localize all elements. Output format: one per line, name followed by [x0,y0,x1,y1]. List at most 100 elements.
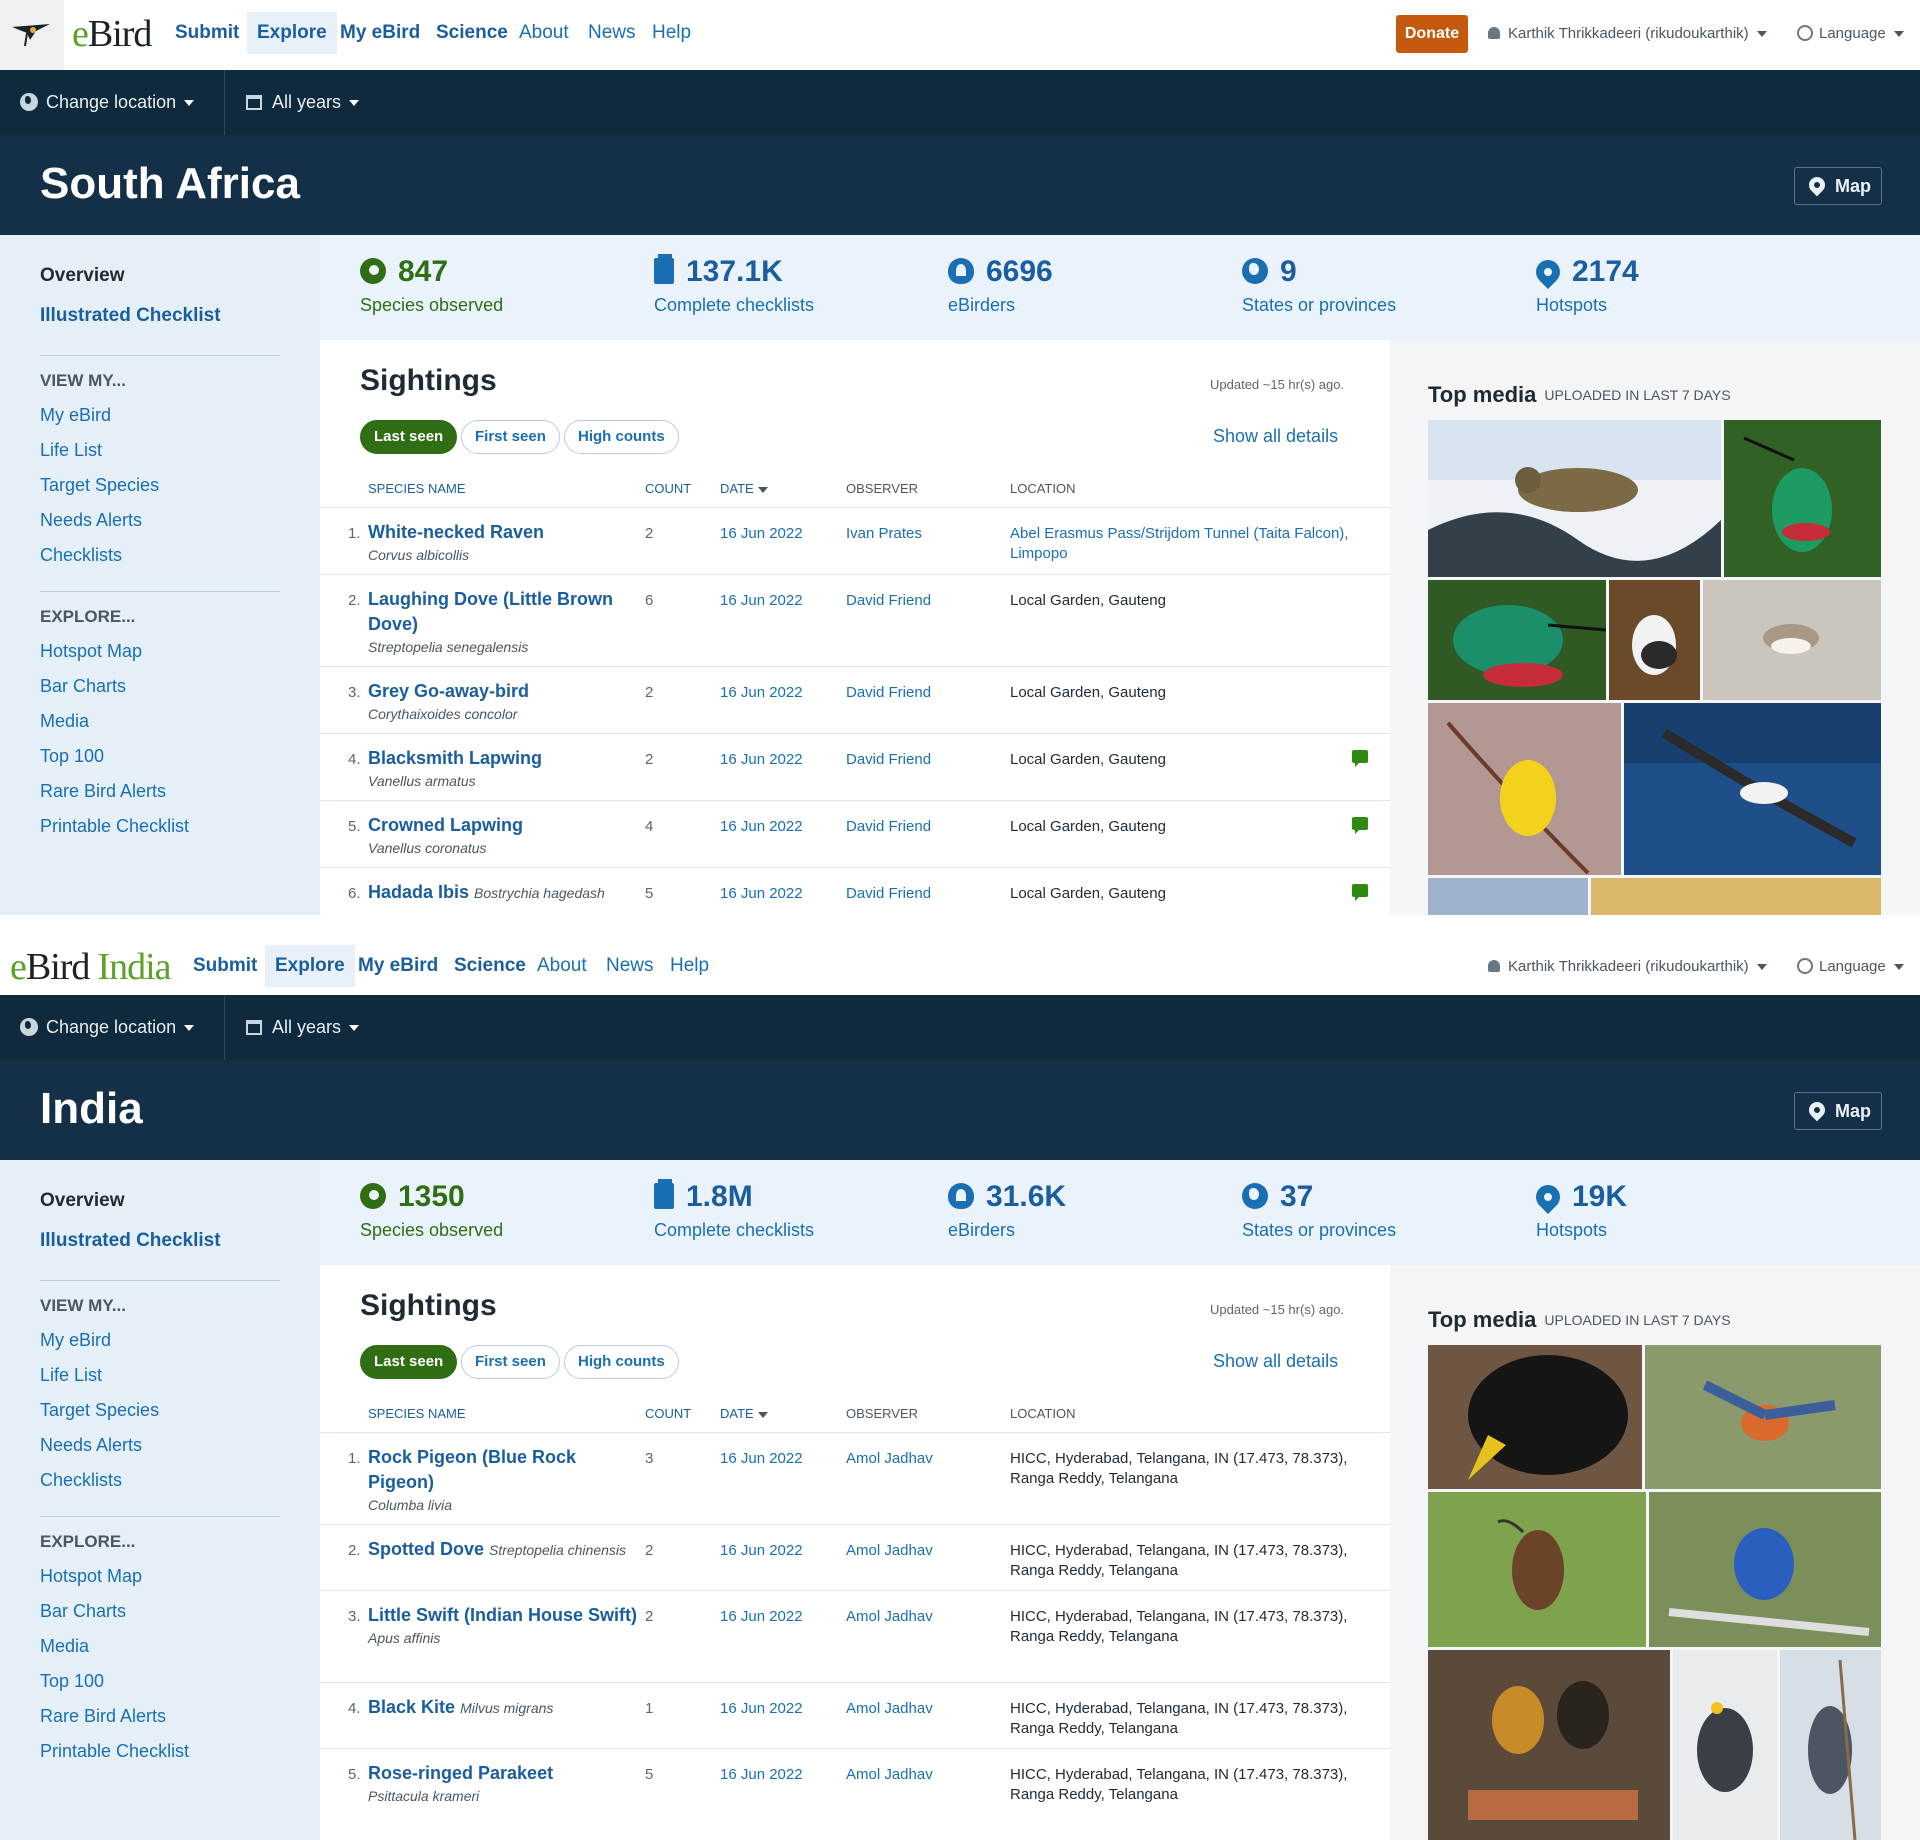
stat-hotspots[interactable]: 19K Hotspots [1531,1180,1627,1241]
observer-link[interactable]: Amol Jadhav [846,1766,933,1783]
sidebar-hotspot-map[interactable]: Hotspot Map [40,641,142,662]
media-photo-shorebird[interactable] [1428,420,1721,577]
observer-link[interactable]: David Friend [846,818,931,835]
sidebar-printable-checklist[interactable]: Printable Checklist [40,816,189,837]
observer-link[interactable]: Ivan Prates [846,525,922,542]
nav-submit[interactable]: Submit [175,22,239,44]
tab-high-counts[interactable]: High counts [564,1345,679,1379]
sidebar-illustrated-checklist[interactable]: Illustrated Checklist [40,305,221,327]
species-link[interactable]: Laughing Dove (Little Brown Dove) Strepto… [368,587,638,657]
column-count[interactable]: COUNT [645,481,691,496]
media-photo-flycatcher-flight[interactable] [1645,1345,1881,1489]
language-menu[interactable]: Language [1797,25,1904,42]
tab-first-seen[interactable]: First seen [461,1345,560,1379]
media-photo-myna[interactable] [1673,1650,1777,1840]
show-all-details-link[interactable]: Show all details [1213,426,1338,447]
sidebar-top-100[interactable]: Top 100 [40,1671,104,1692]
stat-checklists[interactable]: 137.1K Complete checklists [654,254,814,316]
date-link[interactable]: 16 Jun 2022 [720,818,803,835]
column-count[interactable]: COUNT [645,1406,691,1421]
date-link[interactable]: 16 Jun 2022 [720,1766,803,1783]
media-photo-sunbird-closeup[interactable] [1428,580,1606,700]
change-location-dropdown[interactable]: Change location [20,92,195,113]
date-link[interactable]: 16 Jun 2022 [720,592,803,609]
year-range-dropdown[interactable]: All years [246,1017,360,1038]
sidebar-my-ebird[interactable]: My eBird [40,405,111,426]
media-photo-yellow-weaver[interactable] [1428,703,1621,875]
column-species[interactable]: SPECIES NAME [368,1406,466,1421]
species-link[interactable]: Spotted Dove Streptopelia chinensis [368,1537,648,1563]
nav-my-ebird[interactable]: My eBird [358,955,438,977]
nav-news[interactable]: News [588,22,636,44]
observer-link[interactable]: Amol Jadhav [846,1450,933,1467]
species-link[interactable]: Crowned Lapwing Vanellus coronatus [368,813,638,858]
media-photo-gull[interactable] [1609,580,1700,700]
nav-help[interactable]: Help [652,22,691,44]
ebird-wordmark[interactable]: eBird [72,12,152,56]
species-link[interactable]: Black Kite Milvus migrans [368,1695,648,1721]
sidebar-needs-alerts[interactable]: Needs Alerts [40,510,142,531]
year-range-dropdown[interactable]: All years [246,92,360,113]
nav-about[interactable]: About [519,22,569,44]
user-menu[interactable]: Karthik Thrikkadeeri (rikudoukarthik) [1488,958,1767,975]
species-link[interactable]: Little Swift (Indian House Swift) Apus af… [368,1603,638,1648]
date-link[interactable]: 16 Jun 2022 [720,1700,803,1717]
media-photo-sparrows[interactable] [1428,1650,1670,1840]
media-photo-sunbird[interactable] [1724,420,1881,577]
sidebar-life-list[interactable]: Life List [40,440,102,461]
show-all-details-link[interactable]: Show all details [1213,1351,1338,1372]
nav-help[interactable]: Help [670,955,709,977]
sidebar-overview[interactable]: Overview [40,265,125,287]
nav-science[interactable]: Science [454,955,526,977]
ebird-india-wordmark[interactable]: eBird India [10,945,172,989]
date-link[interactable]: 16 Jun 2022 [720,1542,803,1559]
media-photo-partial[interactable] [1428,878,1588,915]
donate-button[interactable]: Donate [1396,15,1468,53]
stat-ebirders[interactable]: 31.6K eBirders [948,1180,1066,1241]
comment-icon[interactable] [1352,817,1368,834]
language-menu[interactable]: Language [1797,958,1904,975]
tab-first-seen[interactable]: First seen [461,420,560,454]
nav-science[interactable]: Science [436,22,508,44]
date-link[interactable]: 16 Jun 2022 [720,1450,803,1467]
change-location-dropdown[interactable]: Change location [20,1017,195,1038]
column-date[interactable]: DATE [720,481,768,496]
stat-states[interactable]: 37 States or provinces [1242,1180,1396,1241]
comment-icon[interactable] [1352,750,1368,767]
tab-last-seen[interactable]: Last seen [360,1345,458,1379]
tab-high-counts[interactable]: High counts [564,420,679,454]
species-link[interactable]: Grey Go-away-bird Corythaixoides concolor [368,679,638,724]
map-button[interactable]: Map [1794,1092,1882,1130]
nav-my-ebird[interactable]: My eBird [340,22,420,44]
observer-link[interactable]: Amol Jadhav [846,1608,933,1625]
date-link[interactable]: 16 Jun 2022 [720,885,803,902]
user-menu[interactable]: Karthik Thrikkadeeri (rikudoukarthik) [1488,25,1767,42]
observer-link[interactable]: David Friend [846,592,931,609]
sidebar-checklists[interactable]: Checklists [40,1470,122,1491]
stat-species[interactable]: 847 Species observed [360,255,503,316]
nav-about[interactable]: About [537,955,587,977]
species-link[interactable]: White-necked Raven Corvus albicollis [368,520,638,565]
media-photo-albatross[interactable] [1624,703,1881,875]
nav-explore[interactable]: Explore [247,12,337,54]
nav-explore[interactable]: Explore [265,945,355,987]
stat-ebirders[interactable]: 6696 eBirders [948,255,1053,316]
tab-last-seen[interactable]: Last seen [360,420,458,454]
sidebar-rare-bird-alerts[interactable]: Rare Bird Alerts [40,1706,166,1727]
stat-species[interactable]: 1350 Species observed [360,1180,503,1241]
comment-icon[interactable] [1352,884,1368,901]
ebird-bird-logo[interactable] [0,0,64,70]
media-photo-blue-flycatcher[interactable] [1649,1492,1881,1647]
sidebar-media[interactable]: Media [40,711,89,732]
sidebar-my-ebird[interactable]: My eBird [40,1330,111,1351]
media-photo-plover[interactable] [1703,580,1881,700]
date-link[interactable]: 16 Jun 2022 [720,751,803,768]
sidebar-target-species[interactable]: Target Species [40,475,159,496]
sidebar-printable-checklist[interactable]: Printable Checklist [40,1741,189,1762]
nav-news[interactable]: News [606,955,654,977]
sidebar-needs-alerts[interactable]: Needs Alerts [40,1435,142,1456]
observer-link[interactable]: David Friend [846,885,931,902]
sidebar-checklists[interactable]: Checklists [40,545,122,566]
media-photo-hornbill[interactable] [1428,1345,1642,1489]
species-link[interactable]: Blacksmith Lapwing Vanellus armatus [368,746,638,791]
